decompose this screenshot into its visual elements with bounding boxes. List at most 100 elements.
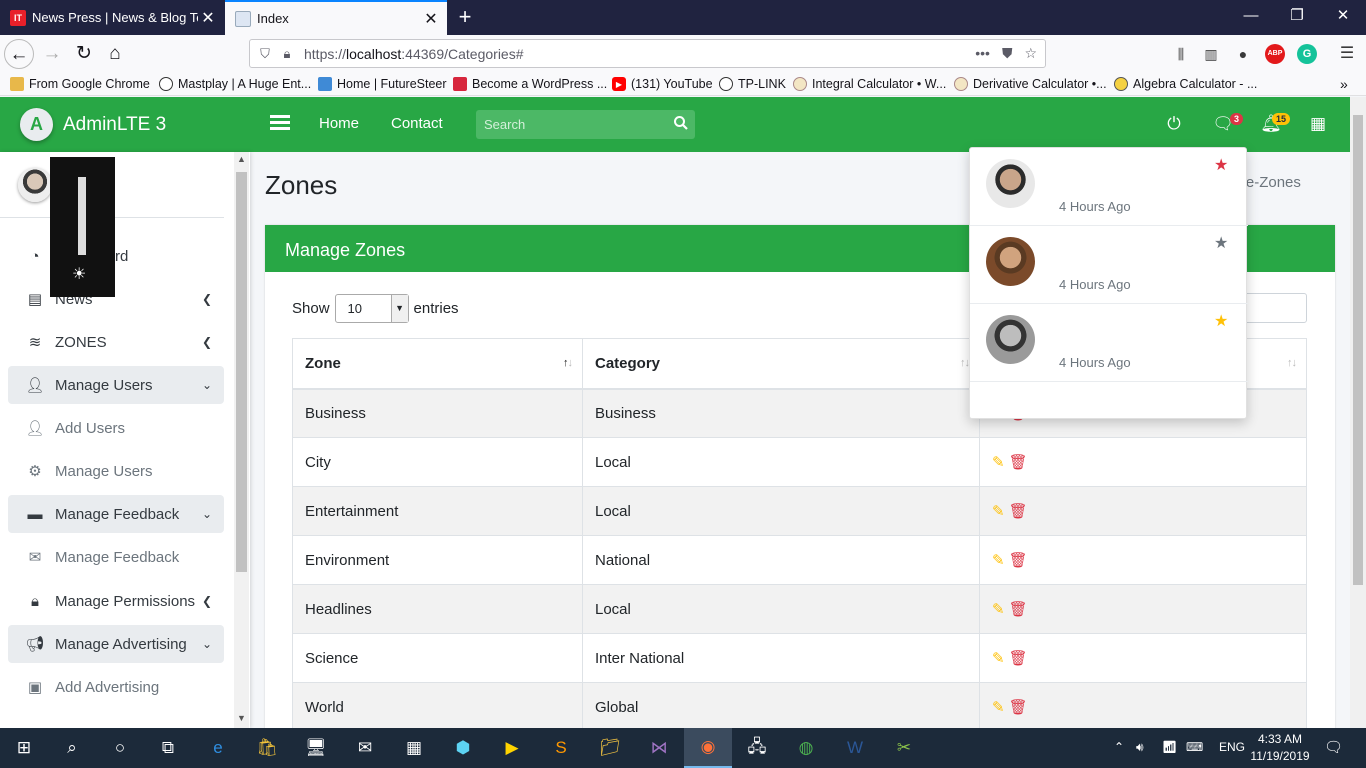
column-header-category[interactable]: Category ↑↓ [582,338,980,390]
star-icon[interactable]: ★ [1214,233,1228,253]
trash-icon[interactable]: 🗑︎ [1009,552,1028,569]
sidebar-item-manage-feedback[interactable]: ▬ Manage Feedback ⌄ [8,495,224,533]
keyboard-icon[interactable]: ⌨ [1186,740,1203,754]
sidebar-item-zones[interactable]: ≋ ZONES ❮ [8,323,224,361]
windows-start-icon[interactable]: ⊞ [0,728,48,768]
bookmark-item[interactable]: ▶ (131) YouTube [612,75,713,93]
edit-icon[interactable]: ✎ [992,699,1005,716]
edit-icon[interactable]: ✎ [992,454,1005,471]
word-icon[interactable]: W [831,728,879,768]
new-tab-plus-icon[interactable]: + [452,3,478,31]
power-icon[interactable]: ⏻ [1163,114,1185,136]
scrollbar-thumb[interactable] [1353,115,1363,585]
message-item[interactable]: 4 Hours Ago ★ [970,148,1248,226]
entries-select[interactable]: 10 ▼ [334,294,409,323]
url-text[interactable]: https://localhost:44369/Categories# [304,46,975,62]
calculator-icon[interactable]: ▦ [390,728,438,768]
chrome-icon[interactable]: ◍ [782,728,830,768]
grammarly-icon[interactable]: G [1297,44,1317,64]
network-icon[interactable]: 📶︎ [1162,740,1177,754]
store-icon[interactable]: 🛍︎ [243,728,291,768]
account-icon[interactable]: ● [1233,44,1253,64]
bookmark-folder[interactable]: From Google Chrome [10,75,150,93]
system-clock[interactable]: 4:33 AM 11/19/2019 [1250,731,1310,765]
shield-icon[interactable]: ⛉ [254,46,276,62]
brand-link[interactable]: A AdminLTE 3 [0,97,250,152]
bookmark-item[interactable]: Algebra Calculator - ... [1114,75,1257,93]
trash-icon[interactable]: 🗑︎ [1009,454,1028,471]
sidebar-scrollbar[interactable]: ▲ ▼ [234,152,249,728]
nav-home-link[interactable]: Home [319,115,359,132]
page-scrollbar[interactable] [1350,97,1366,728]
message-item[interactable]: 4 Hours Ago ★ [970,226,1248,304]
brightness-overlay[interactable]: ☀ [50,157,115,297]
mail-icon[interactable]: ✉ [341,728,389,768]
visual-studio-icon[interactable]: ⋈ [635,728,683,768]
bookmark-item[interactable]: TP-LINK [719,75,786,93]
firefox-icon[interactable]: ◉ [684,728,732,768]
task-view-icon[interactable]: ⧉ [144,728,192,768]
trash-icon[interactable]: 🗑︎ [1009,503,1028,520]
nav-contact-link[interactable]: Contact [391,115,443,132]
search-icon[interactable]: ⌕ [48,728,96,768]
reload-icon[interactable]: ↻ [69,39,99,69]
sidebar-item-manage-users-sub[interactable]: ⚙ Manage Users [8,452,224,490]
page-actions-icon[interactable]: ••• [975,45,990,62]
browser-tab-newspress[interactable]: IT News Press | News & Blog Tem ✕ [0,0,224,35]
bookmark-item[interactable]: Mastplay | A Huge Ent... [159,75,311,93]
tray-chevron-up-icon[interactable]: ⌃ [1114,740,1124,754]
home-icon[interactable]: ⌂ [100,39,130,69]
remote-desktop-icon[interactable]: 🖧 [733,728,781,768]
address-bar[interactable]: ⛉ 🔒︎ https://localhost:44369/Categories#… [249,39,1046,68]
trash-icon[interactable]: 🗑︎ [1009,699,1028,716]
sidebar-item-dashboard[interactable]: ◔ Dashboard [8,237,224,275]
bookmark-item[interactable]: Become a WordPress ... [453,75,607,93]
close-tab-icon[interactable]: ✕ [198,8,218,28]
message-item[interactable]: 4 Hours Ago ★ [970,304,1248,382]
cortana-icon[interactable]: ○ [96,728,144,768]
star-icon[interactable]: ★ [1214,311,1228,331]
grid-apps-icon[interactable]: ▦ [1307,114,1329,136]
minimize-icon[interactable]: — [1228,0,1274,32]
bookmark-item[interactable]: Home | FutureSteer [318,75,447,93]
adblock-icon[interactable]: ABP [1265,44,1285,64]
restore-icon[interactable]: ❐ [1274,0,1320,32]
close-tab-icon[interactable]: ✕ [421,9,441,29]
kmplayer-icon[interactable]: ▶ [488,728,536,768]
file-explorer-icon[interactable]: 📁︎ [586,728,634,768]
control-panel-icon[interactable]: 🖥︎ [292,728,340,768]
menu-icon[interactable]: ☰ [1337,44,1357,64]
bookmark-item[interactable]: Derivative Calculator •... [954,75,1107,93]
browser-tab-index[interactable]: Index ✕ [225,0,447,35]
search-icon[interactable] [673,115,689,131]
sidebar-item-add-advertising[interactable]: ▣ Add Advertising [8,668,224,706]
back-arrow-icon[interactable]: ← [4,39,34,69]
lock-warning-icon[interactable]: 🔒︎ [276,46,298,62]
snipping-tool-icon[interactable]: ✂ [880,728,928,768]
trash-icon[interactable]: 🗑︎ [1009,601,1028,618]
sidebar-item-manage-feedback-sub[interactable]: ✉ Manage Feedback [8,538,224,576]
sidebar-item-news[interactable]: ▤ News ❮ [8,280,224,318]
edit-icon[interactable]: ✎ [992,503,1005,520]
search-input[interactable] [476,110,666,139]
sidebar-item-manage-users[interactable]: 👤︎ Manage Users ⌄ [8,366,224,404]
star-icon[interactable]: ★ [1214,155,1228,175]
column-header-zone[interactable]: Zone ↑↓ [292,338,583,390]
action-center-icon[interactable]: 🗨︎ [1324,738,1343,756]
sublime-icon[interactable]: S [537,728,585,768]
window-close-icon[interactable]: ✕ [1320,0,1366,32]
bookmark-star-icon[interactable]: ☆ [1024,45,1037,62]
edit-icon[interactable]: ✎ [992,552,1005,569]
edge-icon[interactable]: e [194,728,242,768]
hamburger-menu-icon[interactable] [270,112,290,132]
virtualbox-icon[interactable]: ⬢ [439,728,487,768]
more-bookmarks-icon[interactable]: » [1340,75,1348,93]
bookmark-item[interactable]: Integral Calculator • W... [793,75,946,93]
sidebar-item-add-users[interactable]: 👤︎ Add Users [8,409,224,447]
pocket-icon[interactable]: ⛊ [1002,45,1013,62]
edit-icon[interactable]: ✎ [992,650,1005,667]
scroll-up-icon[interactable]: ▲ [234,154,249,164]
brightness-slider[interactable] [78,177,86,255]
scrollbar-thumb[interactable] [236,172,247,572]
sidebar-toggle-icon[interactable]: ▥ [1201,44,1221,64]
